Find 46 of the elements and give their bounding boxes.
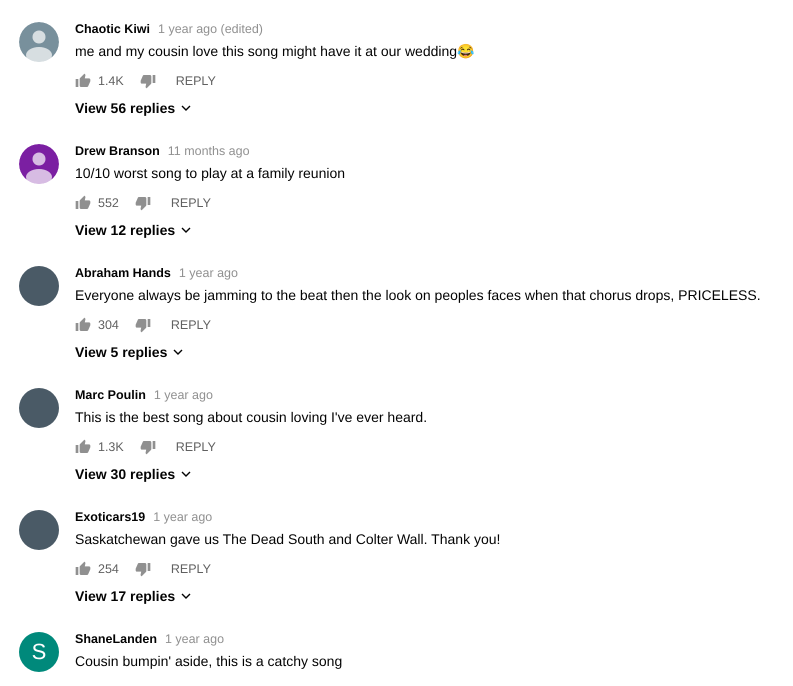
thumbs-down-icon[interactable]	[134, 195, 151, 211]
thumbs-down-icon[interactable]	[134, 317, 151, 333]
like-count: 1.4K	[98, 74, 124, 88]
author-name[interactable]: Chaotic Kiwi	[75, 22, 150, 36]
reply-button[interactable]: REPLY	[170, 318, 211, 332]
chevron-down-icon	[181, 471, 192, 477]
view-replies-button[interactable]: View 30 replies	[75, 466, 192, 482]
like-count: 254	[98, 562, 119, 576]
view-replies-button[interactable]: View 12 replies	[75, 222, 192, 238]
comment-text: This is the best song about cousin loving I've ever heard.	[75, 408, 428, 426]
chevron-down-icon	[181, 227, 192, 233]
avatar-photo-placeholder	[19, 510, 59, 550]
comment-text: me and my cousin love this song might have it at our wedding😂	[75, 42, 474, 60]
comment-text: Cousin bumpin' aside, this is a catchy song	[75, 652, 342, 670]
comment-text: 10/10 worst song to play at a family reunion	[75, 164, 346, 182]
view-replies-button[interactable]: View 56 replies	[75, 100, 192, 116]
avatar-letter: S	[19, 632, 59, 672]
thumbs-up-icon[interactable]	[75, 195, 91, 211]
avatar-photo-placeholder	[19, 266, 59, 306]
thumbs-down-icon[interactable]	[134, 561, 151, 577]
reply-button[interactable]: REPLY	[176, 440, 216, 454]
reply-button[interactable]: REPLY	[170, 562, 211, 576]
author-name[interactable]: ShaneLanden	[75, 632, 157, 646]
reply-button[interactable]: REPLY	[176, 74, 216, 88]
author-name[interactable]: Drew Branson	[75, 144, 160, 158]
author-name[interactable]: Exoticars19	[75, 510, 146, 524]
thumbs-down-icon[interactable]	[140, 439, 156, 455]
chevron-down-icon	[181, 105, 192, 111]
author-name[interactable]: Abraham Hands	[75, 266, 171, 280]
thumbs-up-icon[interactable]	[75, 73, 91, 89]
comment-text: Saskatchewan gave us The Dead South and Colter Wall. Thank you!	[75, 530, 500, 548]
like-count: 552	[98, 196, 119, 210]
view-replies-button[interactable]: View 17 replies	[75, 588, 192, 604]
thumbs-up-icon[interactable]	[75, 561, 91, 577]
like-count: 1.3K	[98, 440, 124, 454]
chevron-down-icon	[181, 593, 192, 599]
author-name[interactable]: Marc Poulin	[75, 388, 146, 402]
view-replies-button[interactable]: View 5 replies	[75, 344, 184, 360]
thumbs-up-icon[interactable]	[75, 317, 91, 333]
like-count: 304	[98, 318, 119, 332]
chevron-down-icon	[173, 349, 184, 355]
comment-text: Everyone always be jamming to the beat then the look on peoples faces when that chorus drops, PRICELESS.	[75, 286, 761, 304]
avatar-photo-placeholder	[19, 388, 59, 428]
thumbs-down-icon[interactable]	[140, 73, 156, 89]
reply-button[interactable]: REPLY	[170, 196, 211, 210]
thumbs-up-icon[interactable]	[75, 439, 91, 455]
